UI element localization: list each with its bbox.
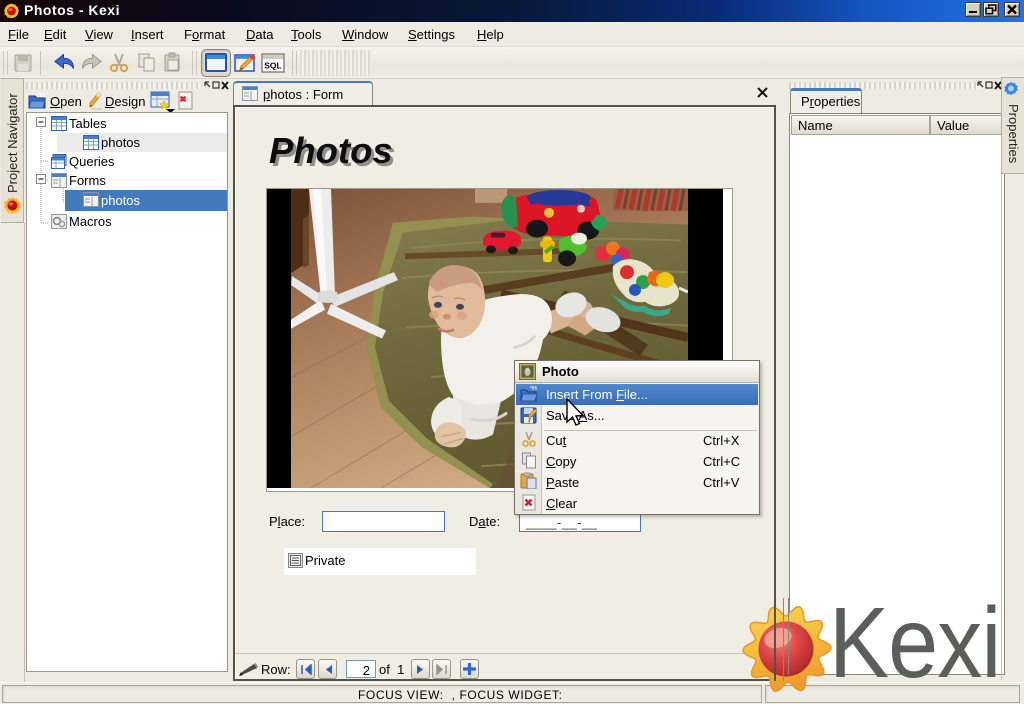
svg-text:SQL: SQL bbox=[264, 61, 281, 71]
